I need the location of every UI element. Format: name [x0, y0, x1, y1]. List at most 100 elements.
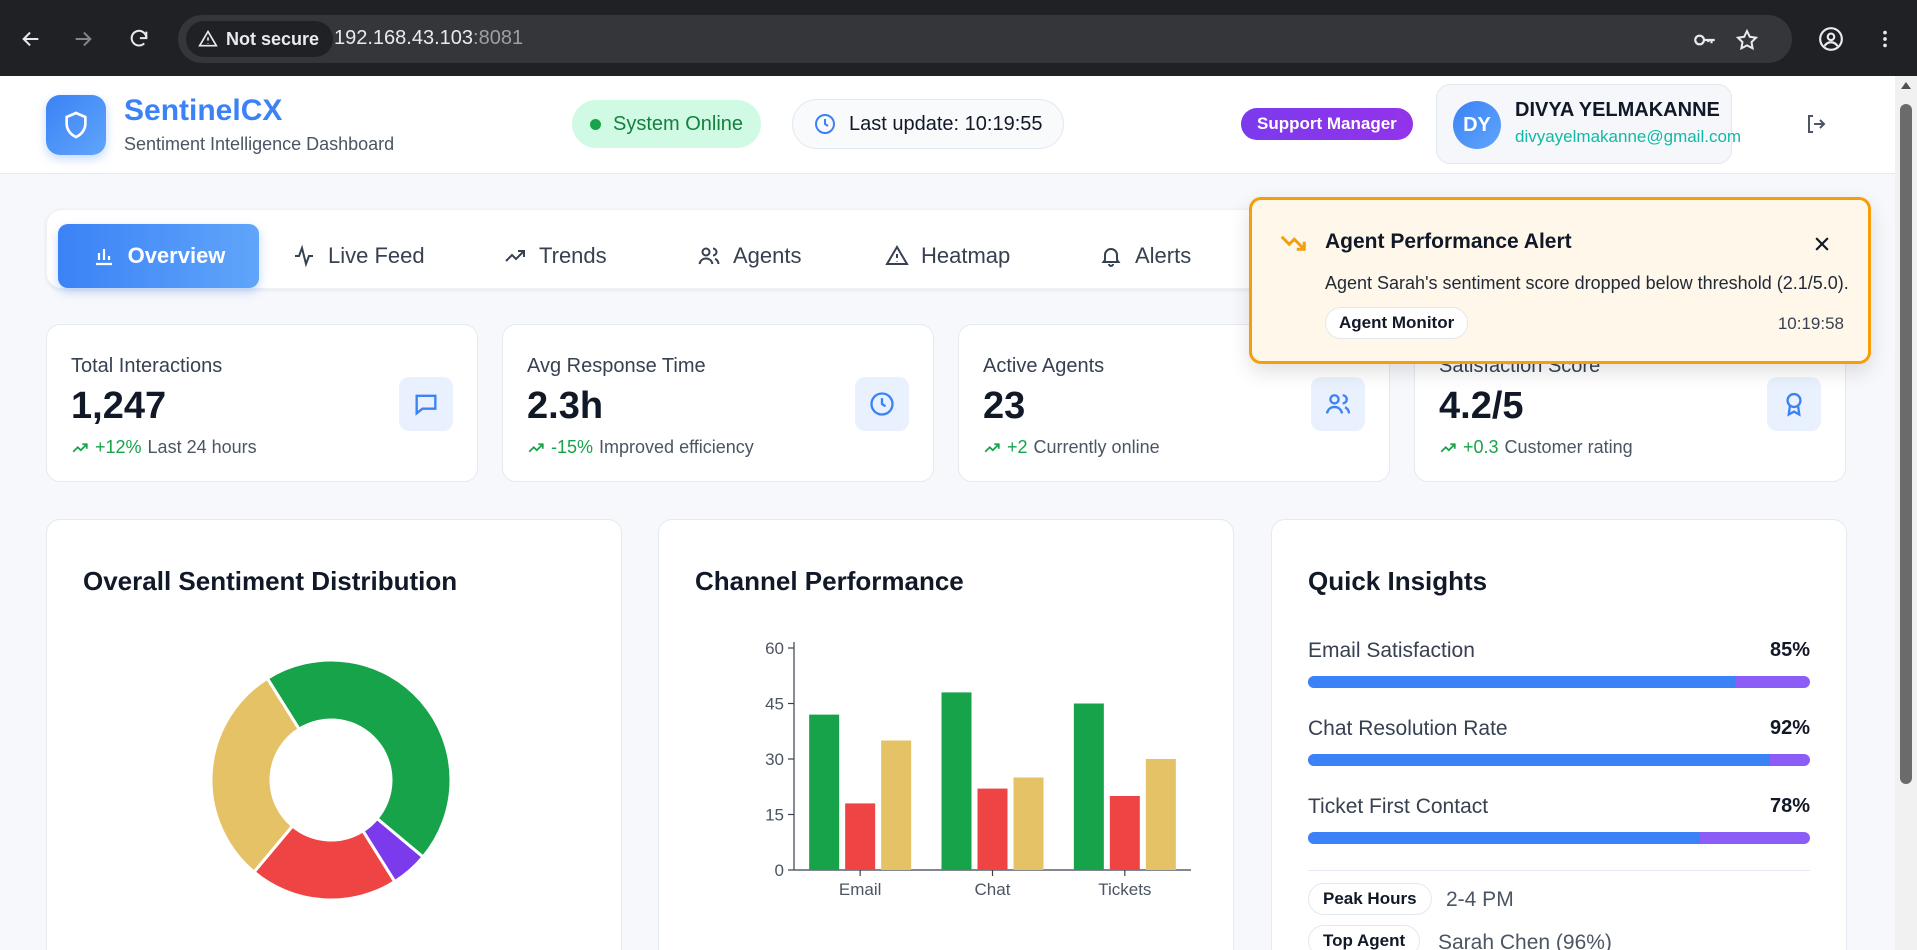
avatar: DY	[1453, 101, 1501, 149]
tab-heatmap[interactable]: Heatmap	[885, 224, 1010, 288]
back-button[interactable]	[12, 20, 50, 58]
status-dot	[590, 118, 601, 130]
tab-label: Heatmap	[921, 243, 1011, 268]
logo	[46, 95, 106, 155]
bar-chat-2[interactable]	[1013, 777, 1044, 871]
close-icon	[1815, 237, 1829, 251]
scroll-up-arrow[interactable]	[1901, 82, 1911, 89]
y-tick-label: 15	[765, 806, 784, 825]
tab-agents[interactable]: Agents	[697, 224, 802, 288]
address-bar[interactable]: Not secure 192.168.43.103:8081	[178, 15, 1792, 63]
security-indicator[interactable]: Not secure	[186, 21, 334, 57]
bell-icon	[1101, 248, 1121, 267]
bar-tickets-0[interactable]	[1073, 703, 1104, 871]
channel-bar-chart: 0 15 30 45 60 Email Chat Tickets	[765, 639, 1191, 899]
reload-button[interactable]	[120, 20, 158, 58]
activity-icon	[295, 244, 313, 268]
brand-name: SentinelCX	[124, 94, 283, 127]
password-key-icon[interactable]	[1692, 27, 1718, 53]
last-update-text: Last update: 10:19:55	[849, 112, 1043, 135]
x-tick-label: Tickets	[1098, 880, 1151, 899]
app-header: SentinelCX Sentiment Intelligence Dashbo…	[0, 76, 1895, 174]
shield-icon	[65, 111, 87, 139]
browser-toolbar: Not secure 192.168.43.103:8081	[0, 0, 1917, 76]
bar-email-1[interactable]	[845, 803, 876, 870]
y-tick-label: 0	[775, 861, 784, 880]
quick-insights-panel: Quick Insights Email Satisfaction 85% Ch…	[1271, 519, 1847, 950]
warning-icon	[198, 29, 218, 47]
stat-value: 23	[983, 385, 1026, 427]
trending-down-icon	[1278, 228, 1308, 263]
tab-label: Alerts	[1135, 243, 1192, 268]
peak-hours-tag: Peak Hours	[1308, 883, 1432, 915]
sentiment-donut-chart	[209, 658, 453, 902]
system-status-badge: System Online	[572, 100, 762, 148]
tab-label: Trends	[539, 243, 607, 268]
scroll-thumb[interactable]	[1900, 104, 1912, 784]
stat-label: Active Agents	[983, 355, 1105, 377]
y-tick-label: 30	[765, 750, 784, 769]
insight-value: 85%	[1769, 639, 1810, 661]
tab-alerts[interactable]: Alerts	[1099, 224, 1191, 288]
bar-tickets-2[interactable]	[1145, 759, 1176, 870]
url-host: 192.168.43.103	[334, 27, 474, 49]
bar-chat-1[interactable]	[977, 788, 1008, 870]
alert-title: Agent Performance Alert	[1325, 230, 1572, 253]
channel-performance-panel: Channel Performance 0 15 30 45 60 Email Chat Ti…	[658, 519, 1234, 950]
insight-label: Chat Resolution Rate	[1308, 717, 1508, 740]
stat-delta: -15%	[551, 437, 594, 457]
panel-title: Quick Insights	[1308, 566, 1488, 596]
status-text: System Online	[613, 112, 744, 135]
logout-button[interactable]	[1802, 110, 1830, 138]
trending-up-icon	[505, 250, 525, 262]
user-card[interactable]: DY DIVYA YELMAKANNE divyayelmakanne@gmai…	[1436, 84, 1741, 164]
top-agent-tag: Top Agent	[1308, 925, 1421, 950]
insight-value: 92%	[1769, 717, 1810, 739]
clock-icon	[815, 114, 835, 134]
agent-performance-alert: Agent Performance Alert Agent Sarah's se…	[1249, 197, 1871, 364]
more-vertical-icon	[1883, 30, 1887, 48]
bar-chart-icon	[95, 249, 112, 266]
bar-email-0[interactable]	[809, 714, 840, 870]
stat-label: Avg Response Time	[527, 355, 706, 377]
stat-note: Currently online	[1033, 437, 1160, 457]
role-badge: Support Manager	[1241, 108, 1413, 140]
trending-up-icon	[528, 442, 544, 452]
forward-button[interactable]	[64, 20, 102, 58]
message-icon	[399, 377, 453, 431]
menu-button[interactable]	[1866, 20, 1904, 58]
top-agent-value: Sarah Chen (96%)	[1438, 931, 1612, 950]
tab-trends[interactable]: Trends	[503, 224, 607, 288]
stat-note: Customer rating	[1504, 437, 1633, 457]
stat-trend: +0.3 Customer rating	[1439, 437, 1633, 458]
profile-button[interactable]	[1812, 20, 1850, 58]
tab-label: Overview	[127, 243, 226, 268]
insight-label: Email Satisfaction	[1308, 639, 1475, 662]
stat-card-total-interactions: Total Interactions 1,247 +12% Last 24 ho…	[46, 324, 478, 482]
close-alert-button[interactable]	[1810, 232, 1834, 256]
brand-subtitle: Sentiment Intelligence Dashboard	[124, 134, 395, 154]
security-label: Not secure	[226, 28, 320, 49]
trending-up-icon	[1440, 442, 1456, 452]
stat-trend: +12% Last 24 hours	[71, 437, 257, 458]
trending-up-icon	[72, 442, 88, 452]
bar-tickets-1[interactable]	[1109, 796, 1140, 870]
tab-overview[interactable]: Overview	[58, 224, 259, 288]
url-text[interactable]: 192.168.43.103:8081	[334, 27, 523, 50]
bar-email-2[interactable]	[881, 740, 912, 871]
progress-bar	[1308, 754, 1810, 766]
bar-chat-0[interactable]	[941, 692, 972, 870]
x-tick-label: Email	[839, 880, 882, 899]
user-name: DIVYA YELMAKANNE	[1515, 99, 1720, 121]
stat-label: Total Interactions	[71, 355, 223, 377]
users-icon	[1311, 377, 1365, 431]
alert-source-tag: Agent Monitor	[1325, 307, 1469, 339]
progress-bar	[1308, 832, 1810, 844]
progress-bar	[1308, 676, 1810, 688]
page-scrollbar[interactable]	[1895, 76, 1917, 950]
tab-label: Live Feed	[328, 243, 425, 268]
url-port: :8081	[473, 27, 524, 49]
bookmark-star-icon[interactable]	[1734, 27, 1760, 53]
stat-delta: +0.3	[1463, 437, 1499, 457]
tab-live-feed[interactable]: Live Feed	[292, 224, 425, 288]
